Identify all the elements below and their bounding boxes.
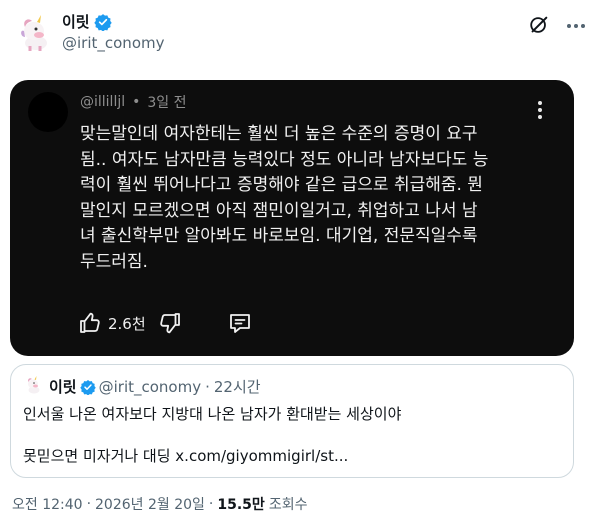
avatar: [23, 375, 43, 395]
quote-display-name: 이릿: [49, 378, 77, 396]
thumbs-down-icon: [159, 313, 180, 334]
separator-dot: ·: [205, 377, 210, 396]
thumbs-up-icon: [80, 312, 100, 333]
avatar[interactable]: [14, 13, 54, 53]
separator-dot: •: [132, 94, 141, 110]
post-time[interactable]: 오전 12:40: [12, 494, 83, 514]
post-date[interactable]: 2026년 2월 20일: [95, 494, 205, 514]
quote-text-line: 못믿으면 미자거나 대딩 x.com/giyommigirl/st...: [23, 447, 349, 465]
views-label: 조회수: [268, 497, 308, 513]
embedded-post-image[interactable]: @illilljl • 3일 전 맞는말인데 여자한테는 훨씬 더 높은 수준의…: [10, 80, 574, 356]
quote-text-line: 인서울 나온 여자보다 지방대 나온 남자가 환대받는 세상이야: [23, 405, 402, 423]
more-icon[interactable]: [566, 18, 586, 34]
separator-dot: ·: [86, 496, 92, 512]
verified-badge-icon: [79, 379, 96, 395]
display-name[interactable]: 이릿: [62, 11, 90, 32]
vertical-more-icon: [538, 101, 542, 119]
quote-time: 22시간: [213, 378, 261, 396]
handle[interactable]: @irit_conomy: [62, 34, 164, 52]
like-count: 2.6천: [108, 314, 146, 333]
comment-icon: [229, 314, 250, 333]
post-metadata: 오전 12:40 · 2026년 2월 20일 · 15.5만 조회수: [12, 494, 307, 514]
unicorn-avatar-icon: [28, 376, 40, 394]
views-count: 15.5만: [217, 497, 265, 513]
verified-badge-icon: [93, 13, 112, 31]
avatar: [28, 92, 68, 132]
embedded-handle: @illilljl: [80, 94, 126, 110]
separator-dot: ·: [208, 496, 214, 512]
quoted-post[interactable]: 이릿 @irit_conomy · 22시간 인서울 나온 여자보다 지방대 나…: [10, 364, 574, 478]
embedded-time: 3일 전: [147, 95, 187, 111]
unicorn-avatar-icon: [21, 15, 47, 51]
embedded-body: 맞는말인데 여자한테는 훨씬 더 높은 수준의 증명이 요구 됨.. 여자도 남…: [80, 124, 489, 272]
quote-handle: @irit_conomy: [98, 377, 202, 396]
post-header: 이릿 @irit_conomy: [0, 0, 594, 70]
grok-icon[interactable]: [528, 14, 550, 36]
